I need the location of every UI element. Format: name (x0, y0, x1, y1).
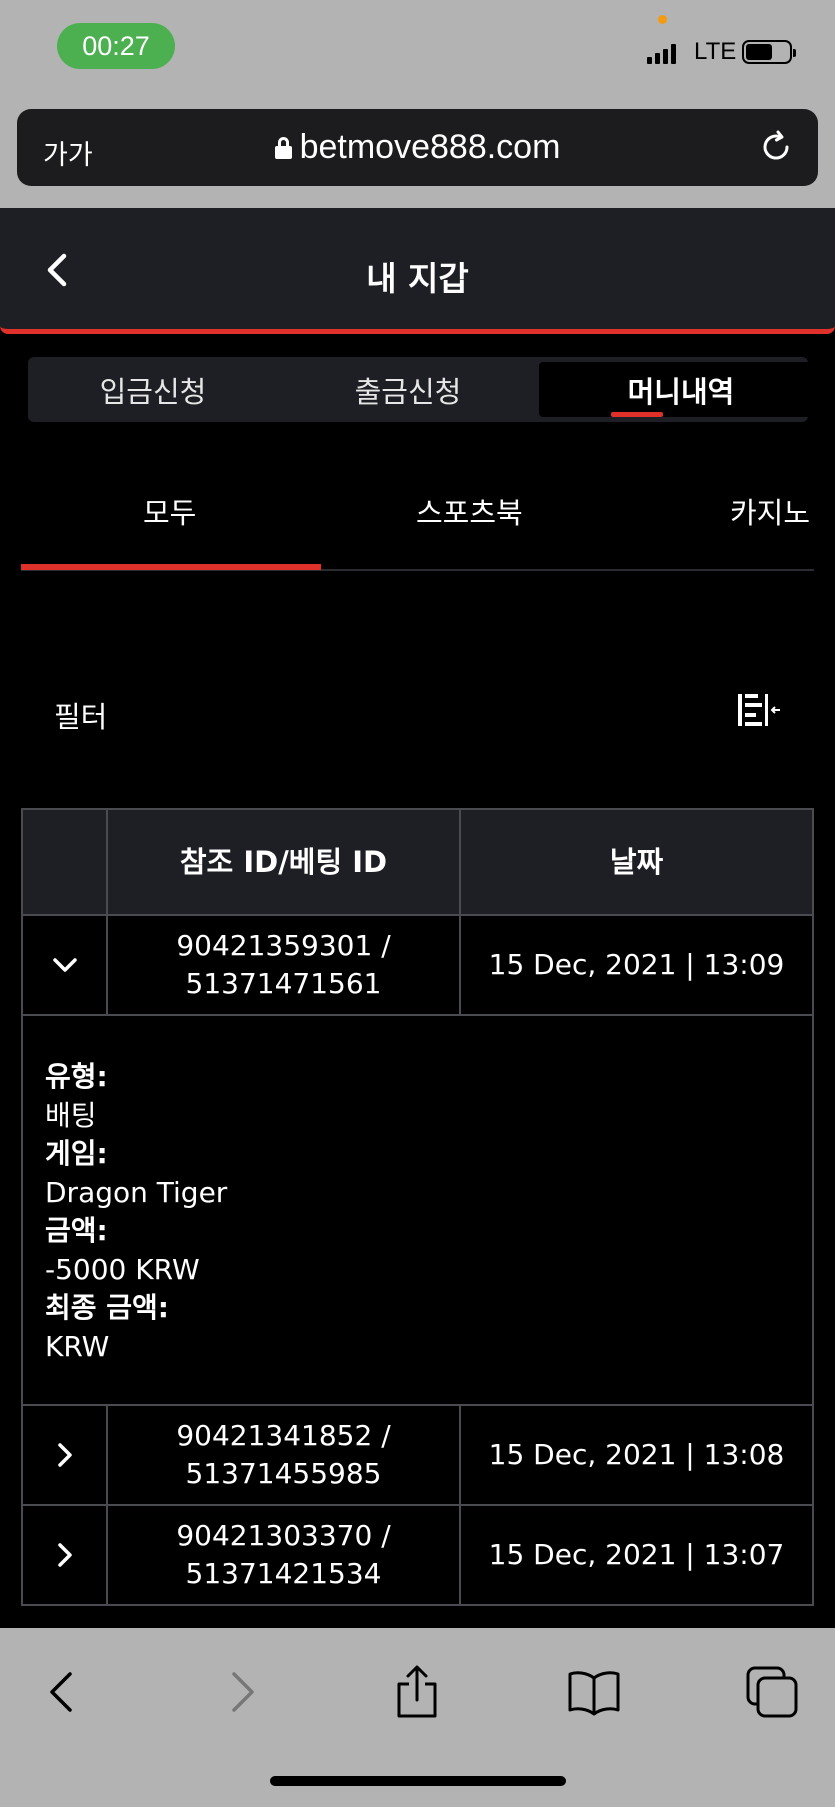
share-icon[interactable] (389, 1664, 445, 1720)
row-ids: 90421303370 / 51371421534 (108, 1506, 461, 1604)
row-detail-panel: 유형: 배팅 게임: Dragon Tiger 금액: -5000 KRW 최종… (21, 1016, 814, 1406)
detail-type-value: 배팅 (45, 1098, 97, 1132)
wallet-segment-control: 입금신청 출금신청 머니내역 (28, 357, 823, 422)
row-ids: 90421359301 / 51371471561 (108, 916, 461, 1014)
chevron-down-icon[interactable] (50, 950, 80, 980)
status-time: 00:27 (57, 23, 175, 69)
segment-withdraw[interactable]: 출금신청 (283, 357, 533, 422)
detail-amount-label: 금액: (45, 1214, 108, 1247)
reload-icon[interactable] (758, 129, 794, 165)
tab-sportsbook[interactable]: 스포츠북 (416, 490, 523, 532)
signal-icon (647, 42, 676, 64)
battery-icon (742, 40, 796, 64)
table-row[interactable]: 90421359301 / 51371471561 15 Dec, 2021 |… (21, 916, 814, 1016)
row-date: 15 Dec, 2021 | 13:09 (488, 948, 785, 981)
filter-toggle-icon[interactable] (736, 690, 782, 730)
row-toggle[interactable] (23, 1506, 108, 1604)
url-bar[interactable]: 가가 betmove888.com (17, 109, 818, 186)
browser-forward-icon[interactable] (214, 1664, 270, 1720)
privacy-indicator (658, 15, 667, 24)
home-indicator (270, 1776, 566, 1786)
url-text[interactable]: betmove888.com (300, 128, 561, 167)
ref-id: 90421359301 / (176, 929, 391, 962)
ref-id: 90421303370 / (176, 1519, 391, 1552)
bet-id: 51371455985 (185, 1457, 382, 1490)
row-toggle[interactable] (23, 916, 108, 1014)
network-label: LTE (694, 38, 737, 65)
detail-amount-value: -5000 KRW (45, 1252, 200, 1286)
header-expand (23, 810, 108, 914)
chevron-right-icon[interactable] (50, 1440, 80, 1470)
bet-id: 51371471561 (185, 967, 382, 1000)
lock-icon (274, 136, 292, 159)
table-header: 참조 ID/베팅 ID 날짜 (21, 808, 814, 916)
detail-final-value: KRW (45, 1329, 110, 1363)
row-date: 15 Dec, 2021 | 13:08 (488, 1438, 785, 1471)
browser-back-icon[interactable] (34, 1664, 90, 1720)
header-date: 날짜 (609, 845, 664, 879)
detail-type-label: 유형: (45, 1060, 108, 1093)
app-header: 내 지갑 (0, 208, 835, 334)
filter-label[interactable]: 필터 (54, 694, 107, 736)
tabs-icon[interactable] (744, 1664, 800, 1720)
table-row[interactable]: 90421303370 / 51371421534 15 Dec, 2021 |… (21, 1506, 814, 1606)
row-toggle[interactable] (23, 1406, 108, 1504)
header-ref-id: 참조 ID/베팅 ID (108, 810, 461, 914)
tab-casino[interactable]: 카지노 (730, 490, 810, 532)
row-date: 15 Dec, 2021 | 13:07 (488, 1538, 785, 1571)
ref-id: 90421341852 / (176, 1419, 391, 1452)
tab-all[interactable]: 모두 (143, 490, 196, 532)
segment-active-indicator (611, 412, 663, 417)
tab-active-indicator (21, 564, 321, 570)
history-table: 참조 ID/베팅 ID 날짜 90421359301 / 51371471561… (21, 808, 814, 1606)
detail-game-label: 게임: (45, 1137, 108, 1170)
bookmarks-icon[interactable] (566, 1664, 622, 1720)
row-ids: 90421341852 / 51371455985 (108, 1406, 461, 1504)
chevron-right-icon[interactable] (50, 1540, 80, 1570)
detail-final-label: 최종 금액: (45, 1291, 169, 1324)
segment-money-history[interactable]: 머니내역 (539, 362, 823, 417)
page-title: 내 지갑 (366, 259, 469, 298)
browser-chrome: 00:27 LTE 가가 betmove888.com (0, 0, 835, 208)
bet-id: 51371421534 (185, 1557, 382, 1590)
segment-deposit[interactable]: 입금신청 (28, 357, 278, 422)
detail-game-value: Dragon Tiger (45, 1175, 228, 1209)
table-row[interactable]: 90421341852 / 51371455985 15 Dec, 2021 |… (21, 1406, 814, 1506)
